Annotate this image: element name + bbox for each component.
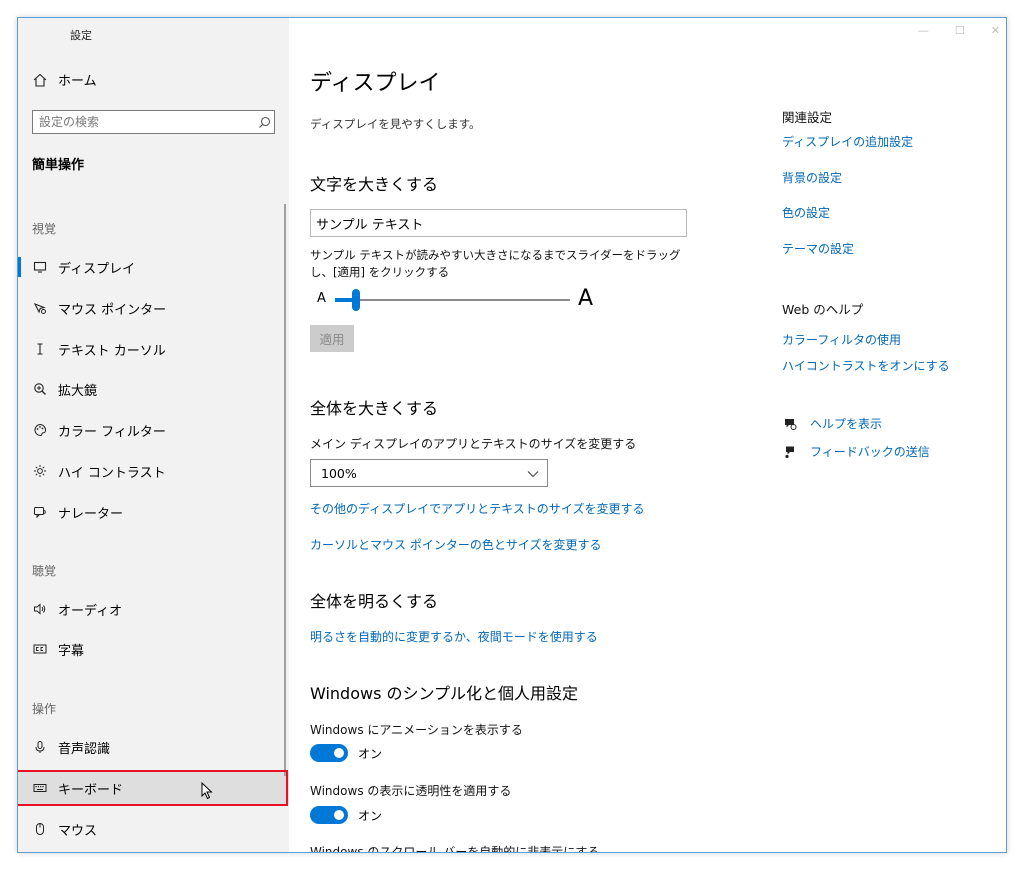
scrollbar-hide-label: Windows のスクロール バーを自動的に非表示にする xyxy=(310,845,600,853)
sidebar-item-label: ディスプレイ xyxy=(58,261,136,277)
minimize-icon[interactable]: — xyxy=(918,24,929,37)
heading-simplify: Windows のシンプル化と個人用設定 xyxy=(310,684,579,703)
group-label-hearing: 聴覚 xyxy=(32,564,57,578)
sidebar-item-label: ハイ コントラスト xyxy=(58,465,166,481)
animation-toggle-state: オン xyxy=(358,746,383,761)
other-displays-scale-link[interactable]: その他のディスプレイでアプリとテキストのサイズを変更する xyxy=(310,500,644,517)
page-title: ディスプレイ xyxy=(310,71,441,96)
sidebar-item-narrator[interactable]: ナレーター xyxy=(18,496,289,528)
sidebar-item-label: マウス ポインター xyxy=(58,302,167,318)
home-icon xyxy=(32,72,48,88)
sidebar-item-label: テキスト カーソル xyxy=(58,343,166,359)
sidebar-item-mouse-pointer[interactable]: マウス ポインター xyxy=(18,292,289,324)
monitor-icon xyxy=(32,259,48,275)
text-cursor-icon xyxy=(32,341,48,357)
narrator-icon xyxy=(32,504,48,520)
magnifier-icon xyxy=(32,381,48,397)
animation-toggle[interactable] xyxy=(310,744,348,762)
group-label-vision: 視覚 xyxy=(32,222,57,236)
apply-button[interactable]: 適用 xyxy=(310,325,354,352)
transparency-toggle-state: オン xyxy=(358,808,383,823)
close-icon[interactable]: ✕ xyxy=(991,24,1000,37)
send-feedback-link[interactable]: フィードバックの送信 xyxy=(782,443,930,460)
send-feedback-label: フィードバックの送信 xyxy=(810,445,930,459)
sidebar-item-audio[interactable]: オーディオ xyxy=(18,593,289,625)
get-help-link[interactable]: ヘルプを表示 xyxy=(782,415,882,432)
transparency-label: Windows の表示に透明性を適用する xyxy=(310,784,512,798)
color-filter-help-link[interactable]: カラーフィルタの使用 xyxy=(782,331,901,348)
sidebar-item-high-contrast[interactable]: ハイ コントラスト xyxy=(18,455,289,487)
brightness-night-mode-link[interactable]: 明るさを自動的に変更するか、夜間モードを使用する xyxy=(310,628,598,645)
feedback-icon xyxy=(782,444,798,460)
cursor-pointer-link[interactable]: カーソルとマウス ポインターの色とサイズを変更する xyxy=(310,536,601,553)
theme-settings-link[interactable]: テーマの設定 xyxy=(782,240,854,257)
sample-text-preview: サンプル テキスト xyxy=(310,209,687,237)
mouse-icon xyxy=(32,821,48,837)
sidebar-item-label: オーディオ xyxy=(58,603,123,619)
speaker-icon xyxy=(32,601,48,617)
palette-icon xyxy=(32,422,48,438)
window-controls: — ☐ ✕ xyxy=(918,24,1000,37)
text-size-hint: サンプル テキストが読みやすい大きさになるまでスライダーをドラッグし、[適用] … xyxy=(310,248,681,279)
help-chat-icon xyxy=(782,416,798,432)
page-description: ディスプレイを見やすくします。 xyxy=(310,117,481,131)
get-help-label: ヘルプを表示 xyxy=(810,417,883,431)
sidebar: 設定 ホーム 簡単操作 視覚 ディスプレイ マウス ポインター xyxy=(18,18,289,852)
transparency-toggle-row: オン xyxy=(310,806,382,824)
sidebar-item-label: 字幕 xyxy=(58,643,85,659)
sidebar-item-display[interactable]: ディスプレイ xyxy=(18,251,289,283)
related-settings-title: 関連設定 xyxy=(782,110,833,125)
highlight-annotation-box xyxy=(18,770,288,806)
animation-toggle-row: オン xyxy=(310,744,382,762)
sidebar-item-captions[interactable]: 字幕 xyxy=(18,633,289,665)
search-icon[interactable] xyxy=(254,116,274,129)
scale-dropdown-value: 100% xyxy=(321,465,357,481)
heading-text-size: 文字を大きくする xyxy=(310,175,439,194)
sidebar-scrollbar[interactable] xyxy=(284,204,286,776)
slider-max-label: A xyxy=(578,286,594,311)
color-settings-link[interactable]: 色の設定 xyxy=(782,204,830,221)
app-title: 設定 xyxy=(70,29,92,42)
slider-min-label: A xyxy=(317,291,326,306)
mouse-cursor-icon xyxy=(201,781,213,804)
settings-window: 設定 ホーム 簡単操作 視覚 ディスプレイ マウス ポインター xyxy=(17,17,1007,853)
group-label-interaction: 操作 xyxy=(32,702,57,716)
sidebar-item-magnifier[interactable]: 拡大鏡 xyxy=(18,373,289,405)
sidebar-item-label: ナレーター xyxy=(58,506,124,522)
sidebar-item-label: 音声認識 xyxy=(58,741,111,757)
transparency-toggle[interactable] xyxy=(310,806,348,824)
text-size-slider-thumb[interactable] xyxy=(352,289,361,311)
home-link[interactable]: ホーム xyxy=(32,70,97,89)
brightness-icon xyxy=(32,463,48,479)
animation-label: Windows にアニメーションを表示する xyxy=(310,723,523,737)
background-settings-link[interactable]: 背景の設定 xyxy=(782,169,842,186)
search-box[interactable] xyxy=(32,110,275,134)
scale-dropdown[interactable]: 100% xyxy=(310,459,548,487)
scale-label: メイン ディスプレイのアプリとテキストのサイズを変更する xyxy=(310,437,637,451)
microphone-icon xyxy=(32,739,48,755)
sidebar-item-text-cursor[interactable]: テキスト カーソル xyxy=(18,333,289,365)
web-help-title: Web のヘルプ xyxy=(782,302,864,317)
sidebar-item-label: マウス xyxy=(58,823,98,839)
captions-icon xyxy=(32,641,48,657)
search-input[interactable] xyxy=(33,111,254,133)
sidebar-item-label: 拡大鏡 xyxy=(58,383,98,399)
sidebar-item-color-filters[interactable]: カラー フィルター xyxy=(18,414,289,446)
display-advanced-link[interactable]: ディスプレイの追加設定 xyxy=(782,133,913,150)
section-title: 簡単操作 xyxy=(32,158,85,173)
pointer-icon xyxy=(32,300,48,316)
home-label: ホーム xyxy=(58,74,97,89)
text-size-slider-track[interactable] xyxy=(335,299,570,301)
heading-scale: 全体を大きくする xyxy=(310,399,439,418)
maximize-icon[interactable]: ☐ xyxy=(955,24,965,37)
sidebar-item-mouse[interactable]: マウス xyxy=(18,813,289,845)
main-content: — ☐ ✕ ディスプレイ ディスプレイを見やすくします。 文字を大きくする サン… xyxy=(289,18,1006,853)
chevron-down-icon xyxy=(527,466,539,481)
sidebar-item-label: カラー フィルター xyxy=(58,424,166,440)
high-contrast-help-link[interactable]: ハイコントラストをオンにする xyxy=(782,357,950,374)
heading-brightness: 全体を明るくする xyxy=(310,592,439,611)
sidebar-item-speech[interactable]: 音声認識 xyxy=(18,731,289,763)
